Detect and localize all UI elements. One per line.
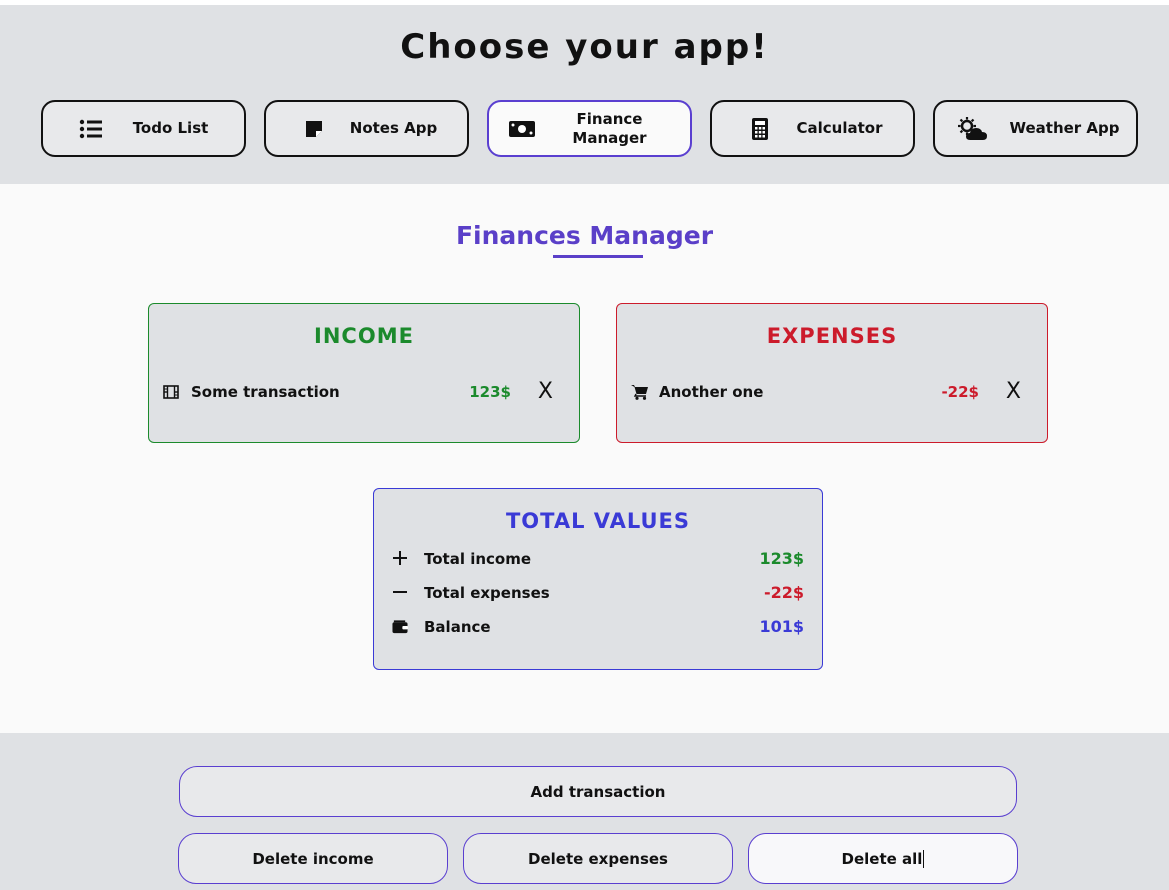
total-income-label: Total income: [424, 550, 532, 568]
todo-list-label: Todo List: [132, 119, 209, 137]
notes-app-label: Notes App: [349, 119, 438, 137]
text-cursor: [923, 849, 925, 868]
delete-expenses-label: Delete expenses: [528, 849, 668, 868]
sticky-note-icon: [302, 118, 326, 140]
income-transaction-row: Some transaction 123$ X: [149, 379, 579, 404]
weather-app-button[interactable]: Weather App: [933, 100, 1138, 157]
title-underline: [553, 255, 643, 258]
income-transaction-amount: 123$: [469, 383, 511, 401]
add-transaction-button[interactable]: Add transaction: [179, 766, 1017, 817]
expenses-title: EXPENSES: [766, 324, 898, 348]
expense-transaction-amount: -22$: [941, 383, 979, 401]
actions-footer: Add transaction Delete income Delete exp…: [0, 733, 1169, 890]
finance-manager-title: Finances Manager: [455, 221, 714, 250]
cart-icon: [631, 384, 648, 400]
plus-icon: [392, 549, 408, 567]
expense-transaction-name: Another one: [659, 383, 764, 401]
delete-expense-transaction-button[interactable]: X: [1006, 379, 1021, 404]
income-card: INCOME Some transaction 123$ X: [148, 303, 580, 443]
app-chooser-header: Choose your app! Todo List Notes App Fin…: [0, 5, 1169, 184]
finance-manager-label: Finance Manager: [572, 109, 647, 147]
list-icon: [79, 118, 103, 140]
delete-income-label: Delete income: [252, 849, 374, 868]
money-bill-icon: [509, 118, 535, 140]
cloud-sun-icon: [957, 117, 989, 140]
calculator-label: Calculator: [796, 119, 883, 137]
wallet-icon: [392, 617, 408, 635]
todo-list-button[interactable]: Todo List: [41, 100, 246, 157]
total-expenses-row: Total expenses -22$: [374, 582, 822, 604]
total-income-value: 123$: [759, 549, 804, 568]
balance-row: Balance 101$: [374, 616, 822, 638]
total-values-title: TOTAL VALUES: [505, 509, 691, 533]
finance-manager-button[interactable]: Finance Manager: [487, 100, 692, 157]
delete-income-button[interactable]: Delete income: [178, 833, 448, 884]
add-transaction-label: Add transaction: [530, 782, 666, 801]
delete-all-label: Delete all: [841, 849, 923, 868]
notes-app-button[interactable]: Notes App: [264, 100, 469, 157]
total-expenses-value: -22$: [763, 583, 804, 602]
total-values-card: TOTAL VALUES Total income 123$ Total exp…: [373, 488, 823, 670]
film-icon: [163, 384, 179, 400]
balance-label: Balance: [424, 618, 491, 636]
calculator-icon: [748, 118, 772, 140]
balance-value: 101$: [759, 617, 804, 636]
delete-all-button[interactable]: Delete all: [748, 833, 1018, 884]
delete-income-transaction-button[interactable]: X: [538, 379, 553, 404]
total-income-row: Total income 123$: [374, 548, 822, 570]
expenses-card: EXPENSES Another one -22$ X: [616, 303, 1048, 443]
income-title: INCOME: [314, 324, 414, 348]
income-transaction-name: Some transaction: [191, 383, 340, 401]
expense-transaction-row: Another one -22$ X: [617, 379, 1047, 404]
weather-app-label: Weather App: [1009, 119, 1120, 137]
delete-expenses-button[interactable]: Delete expenses: [463, 833, 733, 884]
minus-icon: [392, 583, 408, 601]
page-title: Choose your app!: [400, 27, 769, 67]
calculator-button[interactable]: Calculator: [710, 100, 915, 157]
total-expenses-label: Total expenses: [424, 584, 550, 602]
finance-manager-panel: Finances Manager INCOME Some transaction…: [0, 184, 1169, 733]
